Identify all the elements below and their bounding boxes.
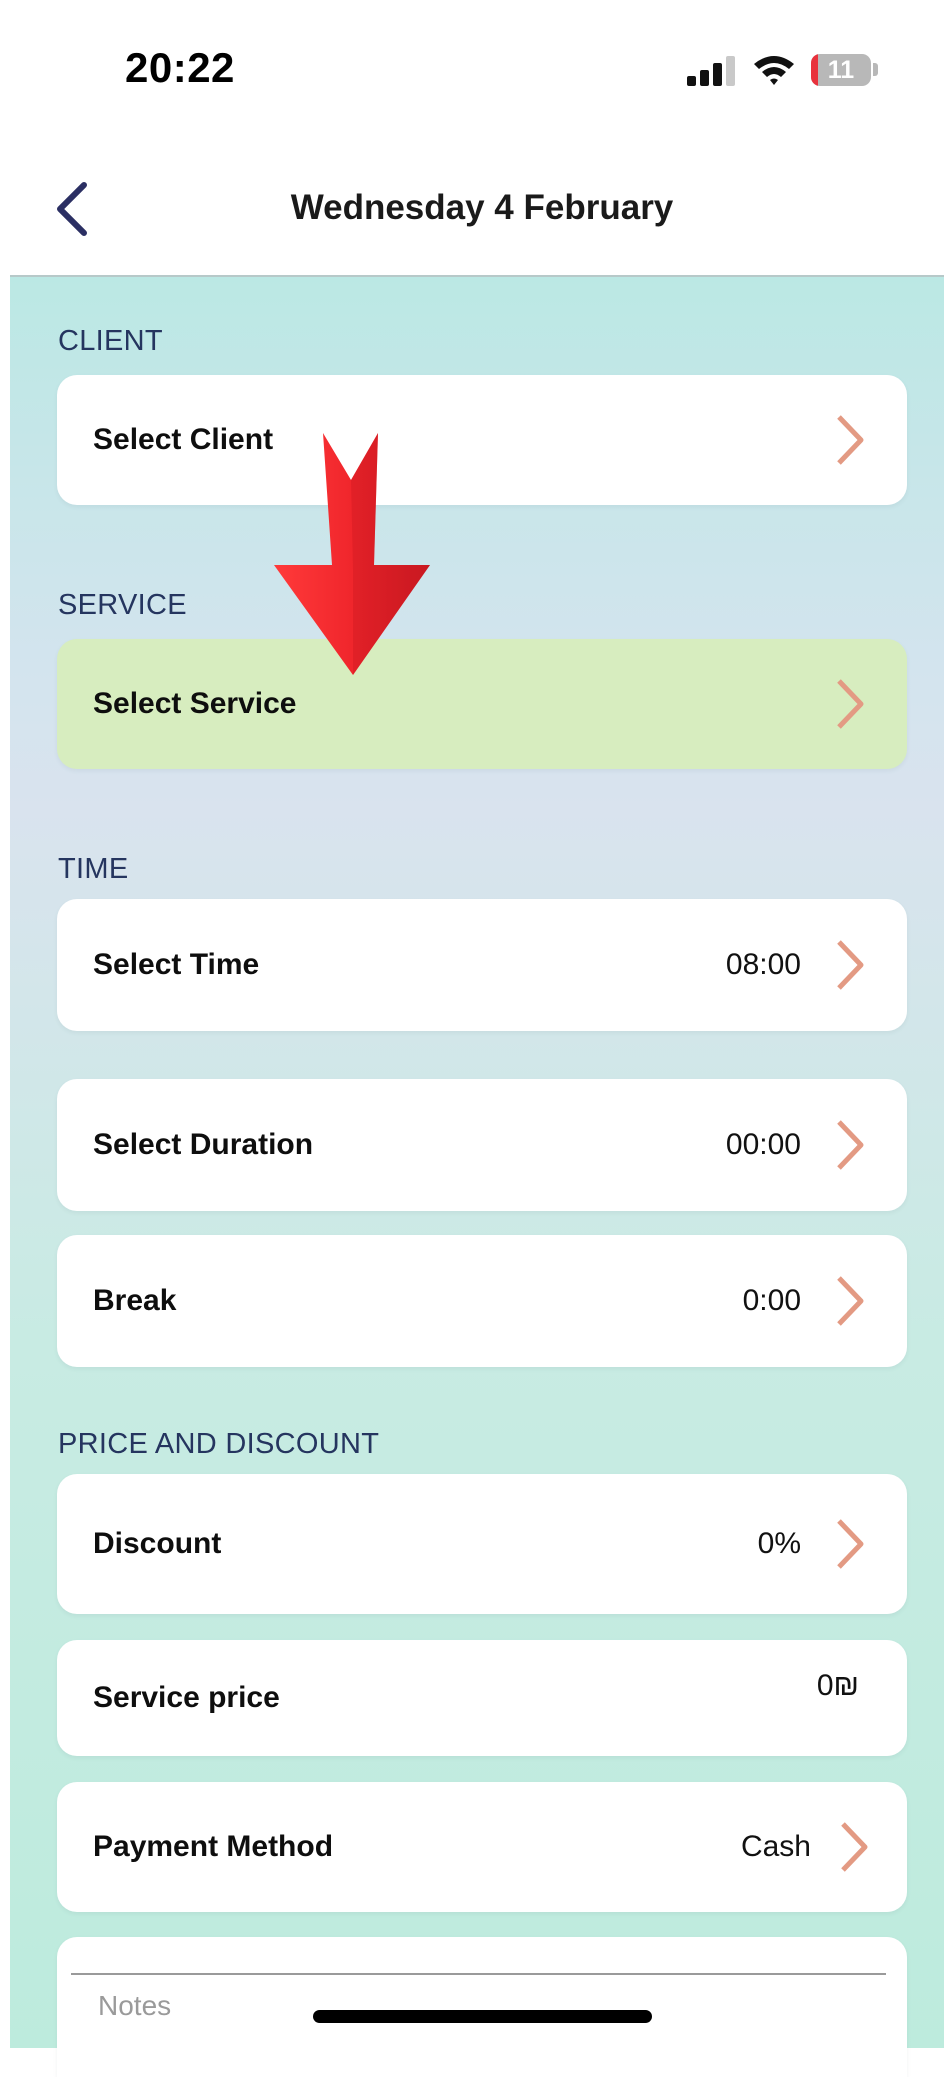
service-price-row: Service price 0₪	[57, 1640, 907, 1756]
home-indicator	[313, 2010, 652, 2023]
status-time: 20:22	[125, 44, 235, 91]
payment-method-label: Payment Method	[93, 1830, 334, 1863]
section-label-service: SERVICE	[58, 589, 187, 621]
page-title: Wednesday 4 February	[290, 188, 674, 227]
select-client-label: Select Client	[93, 423, 274, 456]
battery-icon: 11	[811, 54, 871, 86]
break-row[interactable]: Break 0:00	[57, 1235, 907, 1367]
status-bar: 20:22 11	[0, 0, 944, 140]
appointment-form: CLIENT Select Client SERVICE Select Serv…	[10, 277, 944, 2077]
notes-card[interactable]	[57, 1937, 907, 2077]
select-duration-value: 00:00	[725, 1128, 801, 1161]
select-time-row[interactable]: Select Time 08:00	[57, 899, 907, 1031]
chevron-right-icon	[837, 679, 864, 729]
select-client-row[interactable]: Select Client	[57, 375, 907, 505]
notes-underline	[71, 1973, 886, 1975]
break-value: 0:00	[742, 1284, 801, 1317]
discount-row[interactable]: Discount 0%	[57, 1474, 907, 1614]
break-label: Break	[93, 1284, 177, 1317]
chevron-right-icon	[837, 1276, 864, 1326]
discount-label: Discount	[93, 1527, 222, 1560]
service-price-label: Service price	[93, 1681, 280, 1714]
battery-tip	[873, 63, 878, 76]
notes-input[interactable]: Notes	[98, 1990, 171, 2022]
battery-level: 11	[827, 56, 855, 84]
annotation-arrow-icon	[274, 433, 430, 675]
wifi-icon	[754, 56, 794, 85]
payment-method-row[interactable]: Payment Method Cash	[57, 1782, 907, 1912]
chevron-right-icon	[841, 1822, 868, 1872]
select-duration-label: Select Duration	[93, 1128, 314, 1161]
chevron-right-icon	[837, 940, 864, 990]
section-label-time: TIME	[58, 853, 129, 885]
select-duration-row[interactable]: Select Duration 00:00	[57, 1079, 907, 1211]
chevron-right-icon	[837, 1120, 864, 1170]
chevron-right-icon	[837, 1519, 864, 1569]
select-service-row[interactable]: Select Service	[57, 639, 907, 769]
section-label-client: CLIENT	[58, 325, 163, 357]
discount-value: 0%	[757, 1527, 801, 1560]
select-time-value: 08:00	[725, 948, 801, 981]
service-price-value: 0₪	[816, 1669, 859, 1703]
section-label-price: PRICE AND DISCOUNT	[58, 1428, 380, 1460]
select-time-label: Select Time	[93, 948, 260, 981]
select-service-label: Select Service	[93, 687, 297, 720]
signal-icon	[687, 56, 735, 86]
payment-method-value: Cash	[740, 1830, 811, 1863]
chevron-right-icon	[837, 415, 864, 465]
